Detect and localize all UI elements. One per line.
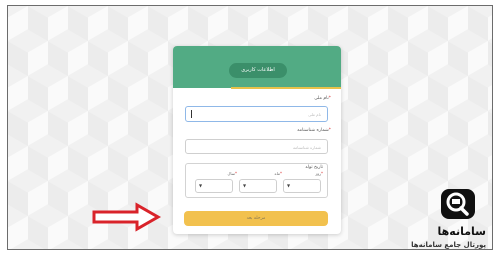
name-placeholder: نام ملی <box>308 112 321 117</box>
day-select[interactable]: ▼ <box>283 179 321 193</box>
chevron-down-icon: ▼ <box>243 183 247 188</box>
birthdate-label: تاریخ تولد <box>305 165 323 170</box>
user-info-card: اطلاعات کاربری *نام ملی نام ملی *شماره ش… <box>173 46 341 234</box>
header-accent-line <box>231 87 341 89</box>
red-arrow-icon <box>92 202 162 232</box>
text-cursor <box>191 110 192 118</box>
samanehha-logo-icon <box>441 189 475 219</box>
month-label: *ماه <box>275 171 282 176</box>
year-label: *سال <box>228 171 237 176</box>
card-title: اطلاعات کاربری <box>229 63 287 78</box>
id-placeholder: شماره شناسنامه <box>292 145 321 150</box>
name-label: *نام ملی <box>314 96 331 101</box>
required-mark: * <box>235 171 237 176</box>
chevron-down-icon: ▼ <box>287 183 291 188</box>
chevron-down-icon: ▼ <box>199 183 203 188</box>
required-mark: * <box>321 171 323 176</box>
day-label: *روز <box>315 171 323 176</box>
brand-tagline: پورتال جامع سامانه‌ها <box>411 241 486 249</box>
birthdate-group: تاریخ تولد *روز ▼ *ماه ▼ *سال ▼ <box>185 163 328 198</box>
card-header: اطلاعات کاربری <box>173 46 341 88</box>
id-label-text: شماره شناسنامه <box>297 128 329 133</box>
next-step-button[interactable]: مرحله بعد <box>184 211 328 226</box>
id-input[interactable]: شماره شناسنامه <box>185 139 328 154</box>
required-mark: * <box>328 128 331 133</box>
year-label-text: سال <box>227 171 235 176</box>
name-input[interactable]: نام ملی <box>185 106 328 122</box>
required-mark: * <box>280 171 282 176</box>
id-label: *شماره شناسنامه <box>297 128 331 133</box>
page-frame: اطلاعات کاربری *نام ملی نام ملی *شماره ش… <box>7 5 493 250</box>
brand-name: سامانه‌ها <box>437 225 486 238</box>
name-label-text: نام ملی <box>314 96 329 101</box>
month-select[interactable]: ▼ <box>239 179 277 193</box>
year-select[interactable]: ▼ <box>195 179 233 193</box>
required-mark: * <box>328 96 331 101</box>
